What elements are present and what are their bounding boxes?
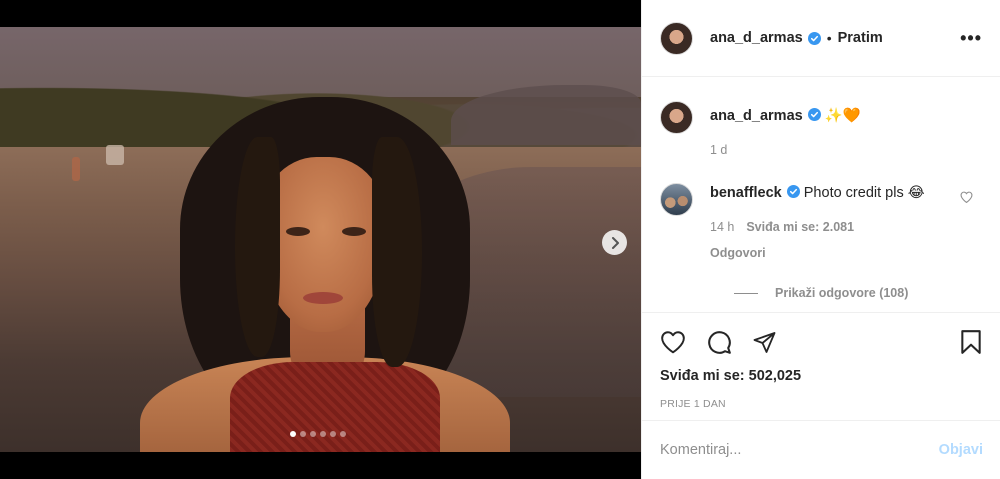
- chevron-right-icon: [611, 236, 619, 249]
- header-user: ana_d_armas • Pratim: [710, 30, 883, 46]
- commenter-username[interactable]: benaffleck: [710, 185, 782, 201]
- portrait-hair-strand: [372, 137, 422, 367]
- next-image-button[interactable]: [602, 230, 627, 255]
- portrait-hair-strand: [235, 137, 280, 357]
- portrait-eye: [342, 227, 366, 236]
- carousel-dot: [340, 431, 346, 437]
- photo-portrait: [140, 87, 510, 452]
- post-actions: Sviđa mi se: 502,025 PRIJE 1 DAN: [642, 312, 1000, 420]
- caption-text: ✨🧡: [824, 108, 861, 124]
- comment-meta: 14 h Sviđa mi se: 2.081: [710, 217, 940, 237]
- author-avatar[interactable]: [660, 21, 693, 55]
- caption-username[interactable]: ana_d_armas: [710, 108, 803, 124]
- caption-row: ana_d_armas ✨🧡 1 d: [660, 101, 983, 160]
- carousel-dot: [330, 431, 336, 437]
- likes-count[interactable]: Sviđa mi se: 502,025: [660, 368, 983, 384]
- post-comment-button[interactable]: Objavi: [939, 442, 983, 458]
- view-replies-button[interactable]: Prikaži odgovore (108): [734, 286, 983, 300]
- comment-row: benaffleck Photo credit pls 😂 14 h Sviđa…: [660, 183, 983, 263]
- caption-avatar[interactable]: [660, 101, 693, 134]
- post-details-panel: ana_d_armas • Pratim ••• ana_d_armas ✨🧡 …: [641, 0, 1000, 479]
- commenter-avatar[interactable]: [660, 183, 693, 216]
- header-separator: •: [826, 30, 832, 46]
- add-comment-bar: Objavi: [642, 420, 1000, 479]
- portrait-top: [230, 362, 440, 452]
- caption-body: ana_d_armas ✨🧡 1 d: [710, 106, 861, 160]
- verified-badge-icon: [786, 185, 800, 198]
- post-photo[interactable]: [0, 27, 641, 452]
- comment-input[interactable]: [660, 442, 939, 458]
- like-heart-icon[interactable]: [660, 330, 686, 354]
- portrait-lips: [303, 292, 343, 304]
- comment-bubble-icon[interactable]: [706, 329, 732, 355]
- comments-section[interactable]: ana_d_armas ✨🧡 1 d benaffleck Photo cred…: [642, 77, 1000, 312]
- carousel-dot: [300, 431, 306, 437]
- carousel-indicator: [290, 431, 346, 437]
- carousel-dot: [310, 431, 316, 437]
- view-replies-label: Prikaži odgovore (108): [775, 286, 909, 300]
- carousel-dot: [290, 431, 296, 437]
- post-header: ana_d_armas • Pratim •••: [642, 0, 1000, 77]
- photo-background-person: [106, 145, 124, 165]
- comment-time[interactable]: 14 h: [710, 217, 734, 237]
- share-paper-plane-icon[interactable]: [752, 330, 777, 354]
- caption-age: 1 d: [710, 143, 728, 157]
- action-icons: [660, 313, 983, 370]
- carousel-dot: [320, 431, 326, 437]
- comment-likes[interactable]: Sviđa mi se: 2.081: [746, 217, 854, 237]
- follow-button[interactable]: Pratim: [838, 30, 883, 46]
- replies-line: [734, 292, 758, 294]
- verified-badge-icon: [807, 31, 821, 45]
- like-comment-heart-icon[interactable]: [960, 191, 973, 203]
- comment-text: Photo credit pls 😂: [803, 185, 925, 201]
- more-options-icon[interactable]: •••: [960, 28, 982, 49]
- comment-body: benaffleck Photo credit pls 😂 14 h Sviđa…: [710, 183, 940, 263]
- portrait-eye: [286, 227, 310, 236]
- reply-button[interactable]: Odgovori: [710, 243, 940, 263]
- verified-badge-icon: [807, 108, 821, 121]
- post-date[interactable]: PRIJE 1 DAN: [660, 398, 983, 410]
- author-username[interactable]: ana_d_armas: [710, 30, 803, 46]
- save-bookmark-icon[interactable]: [959, 329, 983, 355]
- photo-background-person: [72, 157, 80, 181]
- media-panel: [0, 0, 641, 479]
